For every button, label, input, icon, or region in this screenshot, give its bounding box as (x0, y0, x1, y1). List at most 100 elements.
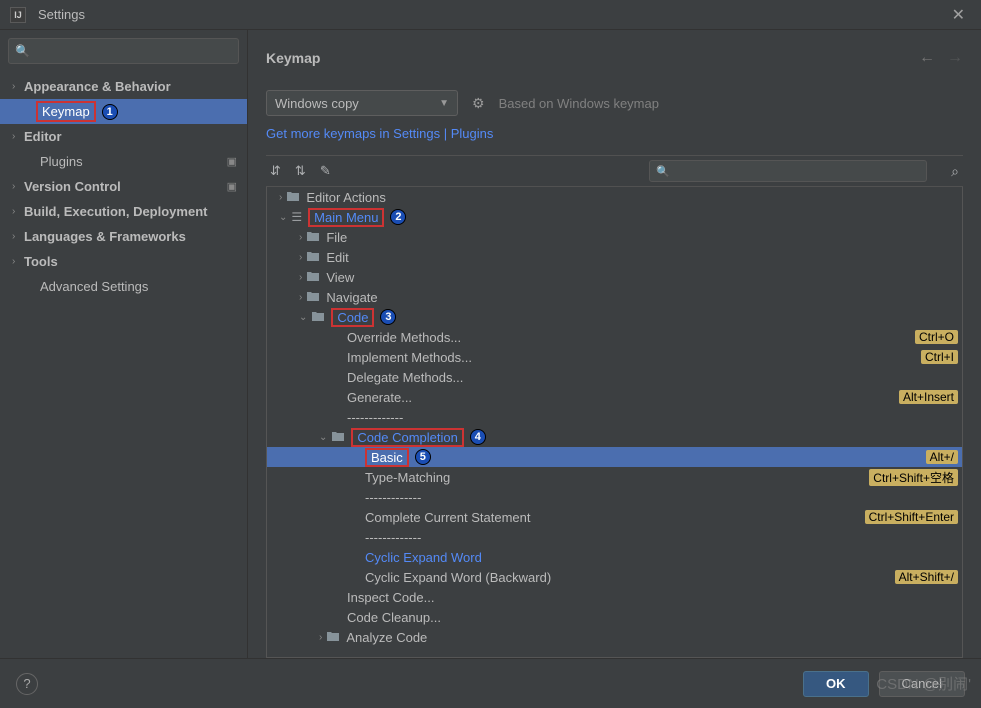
keymap-label: Basic (365, 448, 409, 467)
keymap-label: Code (331, 308, 374, 327)
keymap-row[interactable]: Inspect Code... (267, 587, 962, 607)
folder-icon (326, 630, 340, 645)
annotation-badge: 5 (415, 449, 431, 465)
keymap-row[interactable]: Type-MatchingCtrl+Shift+空格 (267, 467, 962, 487)
settings-tree: ›Appearance & BehaviorKeymap1›EditorPlug… (0, 72, 247, 658)
keymap-row[interactable]: ------------- (267, 487, 962, 507)
keymap-label: ------------- (365, 490, 421, 505)
sidebar-item-editor[interactable]: ›Editor (0, 124, 247, 149)
tree-arrow-icon: › (279, 192, 282, 203)
ok-button[interactable]: OK (803, 671, 869, 697)
keymap-selector-row: Windows copy ▼ ⚙ Based on Windows keymap (266, 90, 963, 116)
sidebar-item-build-execution-deployment[interactable]: ›Build, Execution, Deployment (0, 199, 247, 224)
keymap-row[interactable]: ⌄☰Main Menu2 (267, 207, 962, 227)
keymap-label: View (326, 270, 354, 285)
tree-arrow-icon: ⌄ (279, 212, 287, 223)
folder-icon (306, 230, 320, 245)
annotation-badge: 4 (470, 429, 486, 445)
forward-icon[interactable]: → (947, 49, 963, 67)
annotation-badge: 2 (390, 209, 406, 225)
keymap-row[interactable]: › Navigate (267, 287, 962, 307)
keymap-row[interactable]: Delegate Methods... (267, 367, 962, 387)
keymap-label: ------------- (347, 410, 403, 425)
keymap-label: Code Completion (351, 428, 463, 447)
keymap-row[interactable]: ›File (267, 227, 962, 247)
help-icon[interactable]: ? (16, 673, 38, 695)
keymap-row[interactable]: › Editor Actions (267, 187, 962, 207)
collapse-all-icon[interactable]: ⇅ (295, 163, 306, 179)
keymap-row[interactable]: Basic5Alt+/ (267, 447, 962, 467)
chevron-right-icon: › (12, 81, 24, 92)
sidebar-item-label: Keymap (42, 104, 90, 119)
keymap-row[interactable]: ⌄Code Completion4 (267, 427, 962, 447)
keymap-row[interactable]: ⌄Code3 (267, 307, 962, 327)
cancel-button[interactable]: Cancel (879, 671, 965, 697)
keymap-row[interactable]: ------------- (267, 527, 962, 547)
keymap-row[interactable]: ------------- (267, 407, 962, 427)
sidebar-search-input[interactable] (34, 44, 232, 58)
keymap-row[interactable]: Code Cleanup... (267, 607, 962, 627)
keymap-row[interactable]: ›Edit (267, 247, 962, 267)
tree-arrow-icon: ⌄ (299, 312, 307, 323)
sidebar-item-label: Appearance & Behavior (24, 79, 171, 94)
close-icon[interactable]: ✕ (946, 3, 971, 27)
keymap-label: Cyclic Expand Word (Backward) (365, 570, 551, 585)
keymap-label: Override Methods... (347, 330, 461, 345)
tree-arrow-icon: › (299, 232, 302, 243)
sidebar-item-label: Build, Execution, Deployment (24, 204, 207, 219)
sidebar-item-appearance-behavior[interactable]: ›Appearance & Behavior (0, 74, 247, 99)
chevron-right-icon: › (12, 256, 24, 267)
content-panel: Keymap ← → Windows copy ▼ ⚙ Based on Win… (248, 30, 981, 658)
keymap-dropdown[interactable]: Windows copy ▼ (266, 90, 458, 116)
chevron-right-icon: › (12, 231, 24, 242)
get-more-keymaps-link[interactable]: Get more keymaps in Settings | Plugins (266, 126, 963, 141)
sidebar-item-languages-frameworks[interactable]: ›Languages & Frameworks (0, 224, 247, 249)
keymap-label: ------------- (365, 530, 421, 545)
keymap-tree[interactable]: ›Editor Actions⌄☰Main Menu2›File›Edit›Vi… (266, 187, 963, 658)
shortcut-badge: Ctrl+Shift+空格 (869, 469, 958, 486)
keymap-search[interactable]: 🔍 (649, 160, 927, 182)
keymap-row[interactable]: Generate...Alt+Insert (267, 387, 962, 407)
shortcut-badge: Alt+Shift+/ (895, 570, 958, 584)
tree-arrow-icon: › (299, 292, 302, 303)
folder-icon (306, 270, 320, 285)
module-icon: ▣ (227, 155, 237, 168)
sidebar-search[interactable]: 🔍 (8, 38, 239, 64)
app-icon: IJ (10, 7, 26, 23)
window-title: Settings (38, 7, 85, 22)
keymap-label: Analyze Code (346, 630, 427, 645)
keymap-label: Navigate (326, 290, 377, 305)
sidebar-item-tools[interactable]: ›Tools (0, 249, 247, 274)
keymap-row[interactable]: Implement Methods...Ctrl+I (267, 347, 962, 367)
keymap-label: Complete Current Statement (365, 510, 530, 525)
keymap-label: Main Menu (308, 208, 384, 227)
keymap-label: Implement Methods... (347, 350, 472, 365)
chevron-down-icon: ▼ (439, 98, 449, 109)
keymap-row[interactable]: Cyclic Expand Word (Backward) Alt+Shift+/ (267, 567, 962, 587)
keymap-label: Generate... (347, 390, 412, 405)
keymap-row[interactable]: Cyclic Expand Word (267, 547, 962, 567)
edit-icon[interactable]: ✎ (320, 163, 331, 179)
module-icon: ▣ (227, 180, 237, 193)
annotation-badge: 1 (102, 104, 118, 120)
folder-icon (311, 310, 325, 325)
find-action-icon[interactable]: ⌕ (951, 163, 959, 180)
keymap-row[interactable]: Override Methods...Ctrl+O (267, 327, 962, 347)
sidebar-item-advanced-settings[interactable]: Advanced Settings (0, 274, 247, 299)
keymap-row[interactable]: › Analyze Code (267, 627, 962, 647)
search-icon: 🔍 (15, 44, 30, 58)
sidebar-item-keymap[interactable]: Keymap 1 (0, 99, 247, 124)
shortcut-badge: Ctrl+Shift+Enter (865, 510, 958, 524)
expand-all-icon[interactable]: ⇵ (270, 163, 281, 179)
back-icon[interactable]: ← (919, 49, 935, 67)
tree-arrow-icon: › (319, 632, 322, 643)
gear-icon[interactable]: ⚙ (472, 95, 485, 112)
sidebar-item-version-control[interactable]: ›Version Control▣ (0, 174, 247, 199)
keymap-row[interactable]: Complete Current Statement Ctrl+Shift+Ent… (267, 507, 962, 527)
page-title: Keymap (266, 50, 320, 66)
keymap-row[interactable]: ›View (267, 267, 962, 287)
nav-arrows: ← → (919, 49, 963, 67)
sidebar-item-plugins[interactable]: Plugins▣ (0, 149, 247, 174)
keymap-label: Editor Actions (306, 190, 386, 205)
folder-icon (306, 290, 320, 305)
